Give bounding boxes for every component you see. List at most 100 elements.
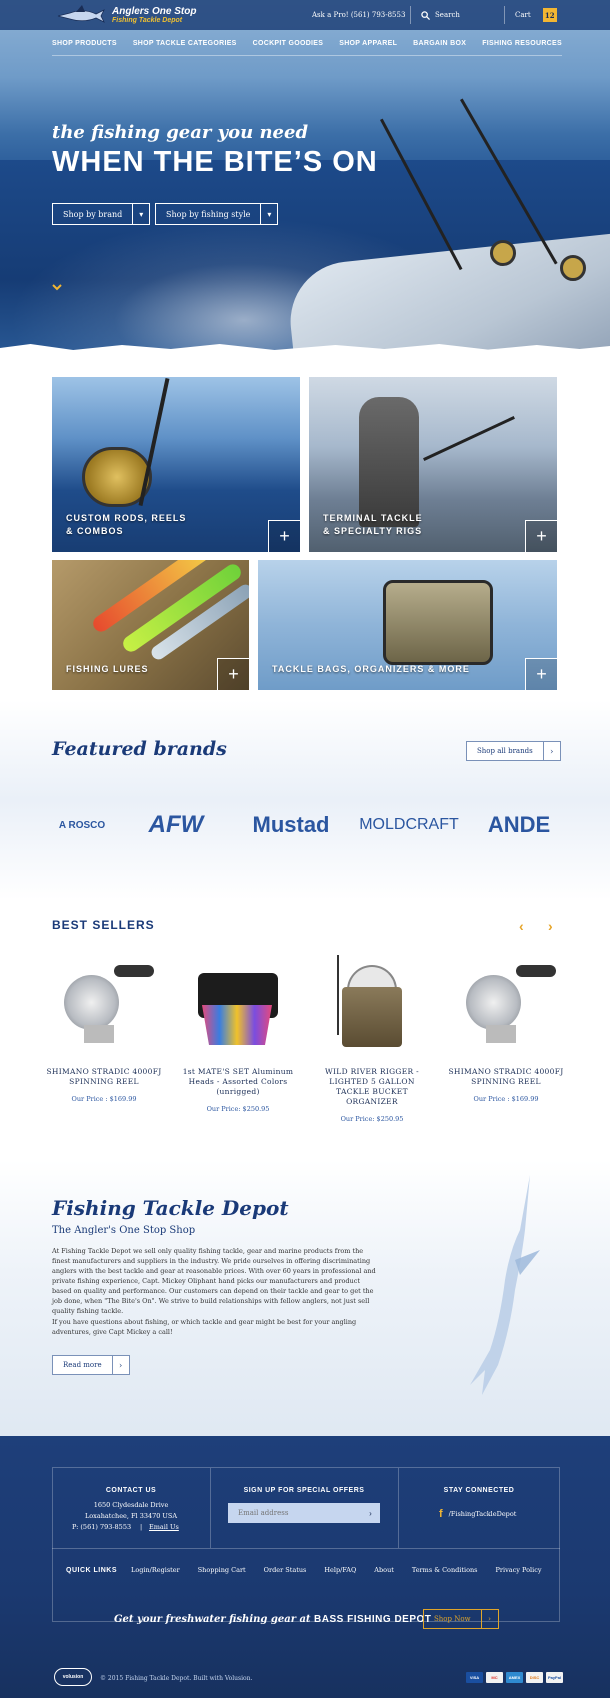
brand-logo-ande[interactable]: ANDE — [480, 805, 558, 845]
brand-logo-rosco-text: A ROSCO — [58, 819, 106, 831]
rod-image — [138, 378, 170, 506]
quick-link-shopping-cart[interactable]: Shopping Cart — [198, 1566, 246, 1574]
product-card[interactable]: SHIMANO STRADIC 4000FJ SPINNING REEL Our… — [446, 955, 566, 1103]
brand-name: Anglers One Stop — [112, 6, 197, 17]
nav-fishing-resources[interactable]: FISHING RESOURCES — [482, 40, 562, 47]
featured-brands-background — [0, 700, 610, 900]
shop-all-brands-button[interactable]: Shop all brands › — [466, 741, 561, 761]
tackle-bag-image — [383, 580, 493, 665]
expand-plus-icon[interactable]: + — [217, 658, 249, 690]
hero-headline: WHEN THE BITE’S ON — [52, 146, 378, 178]
facebook-link[interactable]: f /FishingTackleDepot — [439, 1508, 516, 1520]
volusion-badge[interactable]: volusion — [54, 1668, 92, 1686]
read-more-button[interactable]: Read more › — [52, 1355, 130, 1375]
expand-plus-icon[interactable]: + — [525, 658, 557, 690]
product-name[interactable]: 1st MATE'S SET Aluminum Heads - Assorted… — [178, 1067, 298, 1097]
quick-link-order-status[interactable]: Order Status — [264, 1566, 307, 1574]
product-image-spinning-reel — [54, 955, 154, 1055]
product-image-tackle-bucket — [322, 955, 422, 1055]
category-title: TACKLE BAGS, ORGANIZERS & MORE — [272, 664, 470, 674]
brand-logo-ande-text: ANDE — [487, 812, 551, 837]
chevron-down-icon: ▾ — [139, 209, 144, 219]
brand-subtitle: Fishing Tackle Depot — [112, 17, 183, 24]
search-icon — [421, 10, 430, 20]
brand-logo-moldcraft[interactable]: MOLDCRAFT — [358, 805, 460, 845]
category-title-line2: & SPECIALTY RIGS — [323, 526, 423, 536]
discover-card-icon: DISC — [526, 1672, 543, 1683]
amex-card-icon: AMEX — [506, 1672, 523, 1683]
nav-shop-products[interactable]: SHOP PRODUCTS — [52, 40, 117, 47]
shop-by-style-label: Shop by fishing style — [156, 204, 262, 224]
stay-connected-title: STAY CONNECTED — [443, 1487, 515, 1494]
email-submit-arrow-icon[interactable]: › — [361, 1503, 380, 1523]
chevron-right-icon: › — [488, 1615, 491, 1623]
reel-graphic — [560, 255, 586, 281]
product-card[interactable]: WILD RIVER RIGGER - LIGHTED 5 GALLON TAC… — [312, 955, 432, 1123]
facebook-handle: /FishingTackleDepot — [448, 1510, 517, 1518]
category-tackle-bags[interactable]: TACKLE BAGS, ORGANIZERS & MORE + — [258, 560, 557, 690]
address-line: 1650 Clydesdale Drive — [93, 1501, 169, 1509]
signup-title: SIGN UP FOR SPECIAL OFFERS — [243, 1487, 365, 1494]
category-fishing-lures[interactable]: FISHING LURES + — [52, 560, 249, 690]
nav-bargain-box[interactable]: BARGAIN BOX — [413, 40, 466, 47]
email-us-link[interactable]: Email Us — [149, 1522, 179, 1533]
about-title: Fishing Tackle Depot — [52, 1196, 289, 1220]
product-card[interactable]: SHIMANO STRADIC 4000FJ SPINNING REEL Our… — [44, 955, 164, 1103]
quick-link-terms[interactable]: Terms & Conditions — [412, 1566, 478, 1574]
carousel-prev-arrow-icon[interactable]: ‹ — [519, 918, 524, 934]
carousel-next-arrow-icon[interactable]: › — [548, 918, 553, 934]
expand-plus-icon[interactable]: + — [525, 520, 557, 552]
chevron-right-icon: › — [550, 746, 554, 756]
search-button[interactable]: Search — [410, 6, 460, 24]
cart-label: Cart — [515, 11, 531, 19]
reel-graphic — [490, 240, 516, 266]
site-logo[interactable]: Anglers One Stop Fishing Tackle Depot — [56, 4, 196, 26]
quick-link-login[interactable]: Login/Register — [131, 1566, 180, 1574]
quick-links: QUICK LINKS Login/Register Shopping Cart… — [66, 1566, 542, 1574]
nav-shop-apparel[interactable]: SHOP APPAREL — [339, 40, 397, 47]
shop-by-style-select[interactable]: Shop by fishing style ▾ — [155, 203, 279, 225]
quick-link-privacy[interactable]: Privacy Policy — [496, 1566, 542, 1574]
product-name[interactable]: SHIMANO STRADIC 4000FJ SPINNING REEL — [446, 1067, 566, 1087]
quick-link-help-faq[interactable]: Help/FAQ — [324, 1566, 356, 1574]
brand-logo-mustad-text: Mustad — [252, 812, 330, 837]
brand-logo-rosco[interactable]: A ROSCO — [54, 805, 110, 845]
nav-shop-tackle-categories[interactable]: SHOP TACKLE CATEGORIES — [133, 40, 237, 47]
quick-link-about[interactable]: About — [374, 1566, 394, 1574]
footer-divider — [210, 1468, 211, 1548]
category-terminal-tackle[interactable]: TERMINAL TACKLE & SPECIALTY RIGS + — [309, 377, 557, 552]
cart-button[interactable]: Cart 12 — [504, 6, 557, 24]
shop-now-label: Shop Now — [424, 1610, 482, 1628]
product-name[interactable]: SHIMANO STRADIC 4000FJ SPINNING REEL — [44, 1067, 164, 1087]
scroll-down-chevron-icon[interactable] — [52, 282, 62, 292]
product-card[interactable]: 1st MATE'S SET Aluminum Heads - Assorted… — [178, 955, 298, 1113]
phone-number[interactable]: P: (561) 793-8553 — [72, 1522, 131, 1533]
marlin-illustration — [470, 1175, 540, 1395]
product-name[interactable]: WILD RIVER RIGGER - LIGHTED 5 GALLON TAC… — [312, 1067, 432, 1107]
brand-logo-mustad[interactable]: Mustad — [248, 805, 334, 845]
product-image-lure-heads — [188, 955, 288, 1055]
expand-plus-icon[interactable]: + — [268, 520, 300, 552]
brand-logo-moldcraft-text: MOLDCRAFT — [359, 816, 459, 833]
footer-divider — [398, 1468, 399, 1548]
read-more-label: Read more — [53, 1356, 113, 1374]
product-price: Our Price: $250.95 — [206, 1105, 270, 1113]
shop-by-brand-label: Shop by brand — [53, 204, 134, 224]
chevron-down-icon: ▾ — [267, 209, 272, 219]
visa-card-icon: VISA — [466, 1672, 483, 1683]
paypal-icon: PayPal — [546, 1672, 563, 1683]
product-image-spinning-reel — [456, 955, 556, 1055]
category-title-line1: CUSTOM RODS, REELS — [66, 513, 187, 523]
brand-logo-afw[interactable]: AFW — [130, 805, 222, 845]
category-rods-reels[interactable]: CUSTOM RODS, REELS & COMBOS + — [52, 377, 300, 552]
about-paragraph: If you have questions about fishing, or … — [52, 1318, 357, 1336]
main-navigation: SHOP PRODUCTS SHOP TACKLE CATEGORIES COC… — [52, 40, 562, 56]
address-line: Loxahatchee, Fl 33470 USA — [84, 1512, 178, 1520]
shop-by-brand-select[interactable]: Shop by brand ▾ — [52, 203, 151, 225]
email-signup-input[interactable] — [228, 1503, 380, 1523]
nav-cockpit-goodies[interactable]: COCKPIT GOODIES — [253, 40, 324, 47]
about-paragraph: At Fishing Tackle Depot we sell only qua… — [52, 1247, 376, 1315]
facebook-icon: f — [439, 1508, 443, 1520]
ask-a-pro-phone[interactable]: Ask a Pro! (561) 793-8553 — [312, 11, 405, 19]
shop-now-button[interactable]: Shop Now › — [423, 1609, 499, 1629]
